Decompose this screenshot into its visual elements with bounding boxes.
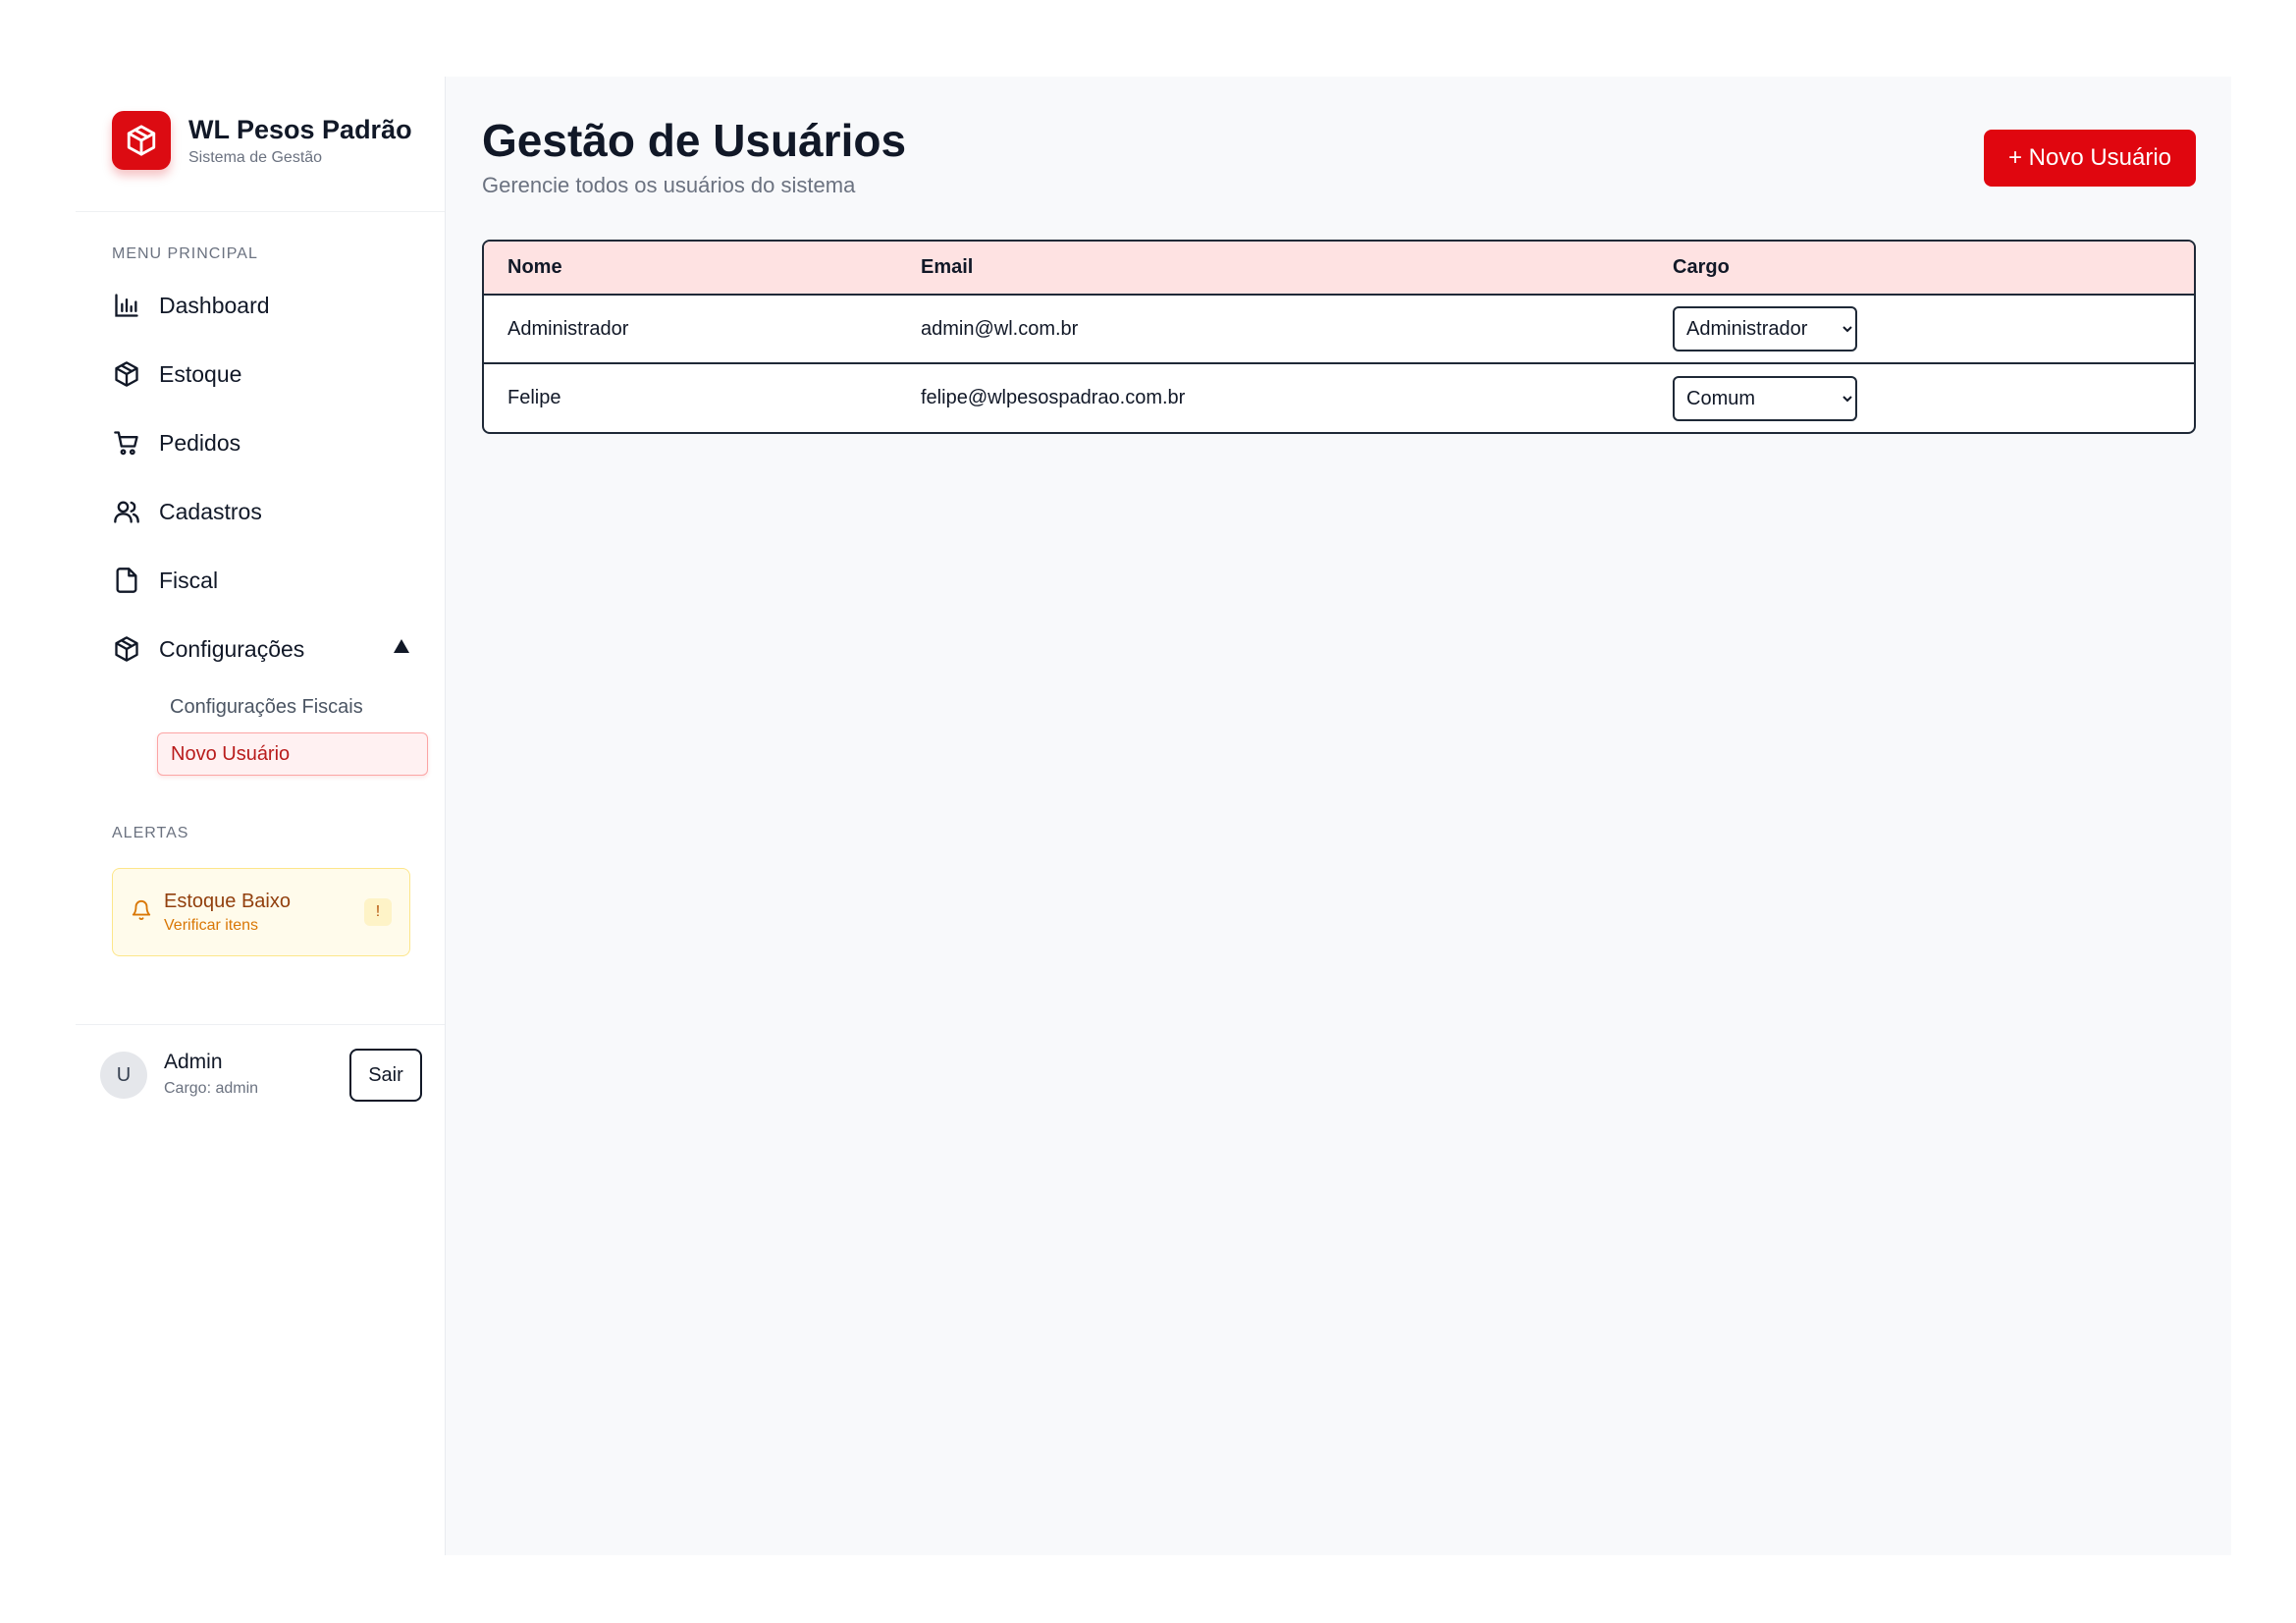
- user-role-cell: Comum: [1649, 362, 2194, 432]
- subnav-item-configuracoes-fiscais[interactable]: Configurações Fiscais: [157, 685, 428, 729]
- sidebar-item-label: Pedidos: [159, 429, 241, 456]
- box-icon: [112, 634, 141, 664]
- bar-chart-icon: [112, 291, 141, 320]
- alert-title: Estoque Baixo: [164, 890, 291, 912]
- new-user-button[interactable]: + Novo Usuário: [1984, 130, 2196, 187]
- user-name-cell: Administrador: [507, 317, 629, 340]
- bell-icon: [131, 899, 152, 926]
- page-title: Gestão de Usuários: [482, 115, 907, 166]
- low-stock-alert[interactable]: Estoque Baixo Verificar itens !: [112, 868, 410, 956]
- user-name: Admin: [164, 1051, 223, 1073]
- user-name-cell: Felipe: [484, 362, 897, 432]
- brand: WL Pesos Padrão Sistema de Gestão: [76, 77, 445, 212]
- sidebar-item-label: Estoque: [159, 360, 242, 387]
- box-icon: [112, 359, 141, 389]
- page-subtitle: Gerencie todos os usuários do sistema: [482, 173, 856, 197]
- role-select[interactable]: Administrador: [1673, 306, 1857, 352]
- sidebar-item-estoque[interactable]: Estoque: [76, 340, 445, 408]
- main-content: Gestão de Usuários Gerencie todos os usu…: [446, 77, 2231, 1555]
- main-nav: Dashboard Estoque Pedidos Cadastros Fisc…: [76, 271, 445, 683]
- avatar: U: [100, 1052, 147, 1099]
- caret-up-icon[interactable]: [393, 638, 410, 659]
- sidebar-item-fiscal[interactable]: Fiscal: [76, 546, 445, 615]
- table-header-row: Nome Email Cargo: [484, 242, 2194, 296]
- sidebar-item-cadastros[interactable]: Cadastros: [76, 477, 445, 546]
- alert-badge: !: [364, 898, 392, 926]
- column-header-nome: Nome: [484, 242, 897, 296]
- subnav-item-novo-usuario[interactable]: Novo Usuário: [157, 732, 428, 776]
- sidebar-item-pedidos[interactable]: Pedidos: [76, 408, 445, 477]
- table-row: Felipe felipe@wlpesospadrao.com.br Comum: [484, 362, 2194, 432]
- user-role-cell: Administrador: [1649, 295, 2194, 363]
- users-icon: [112, 497, 141, 526]
- table-row: Administrador admin@wl.com.br Administra…: [484, 295, 2194, 363]
- logout-button[interactable]: Sair: [349, 1049, 422, 1102]
- shopping-cart-icon: [112, 428, 141, 458]
- menu-section-label: MENU PRINCIPAL: [112, 245, 258, 262]
- user-role: Cargo: admin: [164, 1080, 259, 1097]
- sidebar-item-configuracoes[interactable]: Configurações: [76, 615, 445, 683]
- user-panel: U Admin Cargo: admin Sair: [76, 1024, 445, 1122]
- settings-subnav: Configurações Fiscais Novo Usuário: [76, 685, 445, 776]
- users-table: Nome Email Cargo Administrador admin@wl.…: [482, 240, 2196, 434]
- sidebar-item-label: Cadastros: [159, 498, 262, 524]
- box-icon: [112, 110, 171, 170]
- column-header-email: Email: [897, 242, 1649, 296]
- file-icon: [112, 566, 141, 595]
- brand-subtitle: Sistema de Gestão: [188, 148, 323, 166]
- sidebar-item-dashboard[interactable]: Dashboard: [76, 271, 445, 340]
- sidebar-item-label: Dashboard: [159, 292, 270, 318]
- column-header-cargo: Cargo: [1649, 242, 2194, 296]
- sidebar-item-label: Fiscal: [159, 567, 219, 593]
- alert-subtitle: Verificar itens: [164, 916, 259, 934]
- user-email-cell: felipe@wlpesospadrao.com.br: [897, 362, 1649, 432]
- user-email-cell: admin@wl.com.br: [921, 317, 1079, 340]
- alerts-section-label: ALERTAS: [112, 825, 189, 841]
- sidebar-item-label: Configurações: [159, 635, 305, 662]
- sidebar: WL Pesos Padrão Sistema de Gestão MENU P…: [76, 77, 446, 1555]
- brand-name: WL Pesos Padrão: [188, 114, 412, 144]
- app-window: WL Pesos Padrão Sistema de Gestão MENU P…: [76, 77, 2231, 1555]
- role-select[interactable]: Comum: [1673, 375, 1857, 421]
